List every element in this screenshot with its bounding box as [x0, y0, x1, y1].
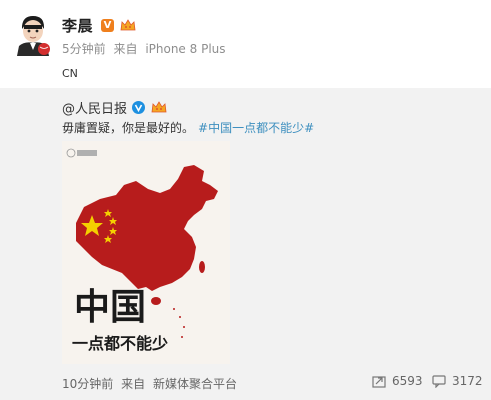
repost-author-row: @人民日报: [62, 97, 167, 117]
weibo-post: 李晨 V 5分钟前 来自 iPhone 8 Plus CN: [0, 0, 491, 88]
member-crown-icon: [151, 101, 167, 113]
avatar-image: [13, 12, 53, 56]
poster-title-large: 中国: [74, 286, 146, 328]
verified-blue-icon: [132, 100, 146, 114]
poster-subtitle: 一点都不能少: [72, 334, 168, 353]
china-map-poster: 中国 一点都不能少: [62, 141, 230, 364]
verified-icon: V: [101, 18, 115, 32]
repost-count-button[interactable]: 6593: [372, 372, 423, 390]
post-text: CN: [62, 67, 78, 80]
post-meta: 5分钟前 来自 iPhone 8 Plus: [62, 40, 226, 57]
share-arrow-icon: [372, 376, 386, 388]
repost-image[interactable]: 中国 一点都不能少: [62, 141, 230, 364]
repost-author[interactable]: @人民日报: [62, 98, 127, 117]
repost-text-line: 毋庸置疑，你是最好的。 #中国一点都不能少#: [62, 119, 314, 136]
post-source[interactable]: iPhone 8 Plus: [145, 42, 225, 56]
hashtag-link[interactable]: #中国一点都不能少#: [198, 121, 314, 135]
repost-card[interactable]: @人民日报 毋庸置疑，你是最好的。 #中国一点都不能少# 中国 一点都不能少 1…: [0, 88, 491, 400]
author-row: 李晨 V: [62, 15, 136, 35]
post-source-prefix: 来自: [113, 42, 138, 56]
comment-count-button[interactable]: 3172: [432, 372, 483, 390]
member-crown-icon: [120, 19, 136, 31]
repost-meta: 10分钟前 来自 新媒体聚合平台: [62, 375, 237, 392]
comment-icon: [432, 375, 446, 388]
repost-count: 6593: [392, 374, 423, 388]
post-time: 5分钟前: [62, 42, 106, 56]
avatar[interactable]: [13, 12, 53, 56]
repost-time: 10分钟前: [62, 377, 114, 391]
repost-source-prefix: 来自: [121, 377, 146, 391]
comment-count: 3172: [452, 374, 483, 388]
repost-text: 毋庸置疑，你是最好的。: [62, 121, 195, 135]
repost-source[interactable]: 新媒体聚合平台: [153, 377, 237, 391]
author-name[interactable]: 李晨: [62, 15, 93, 36]
